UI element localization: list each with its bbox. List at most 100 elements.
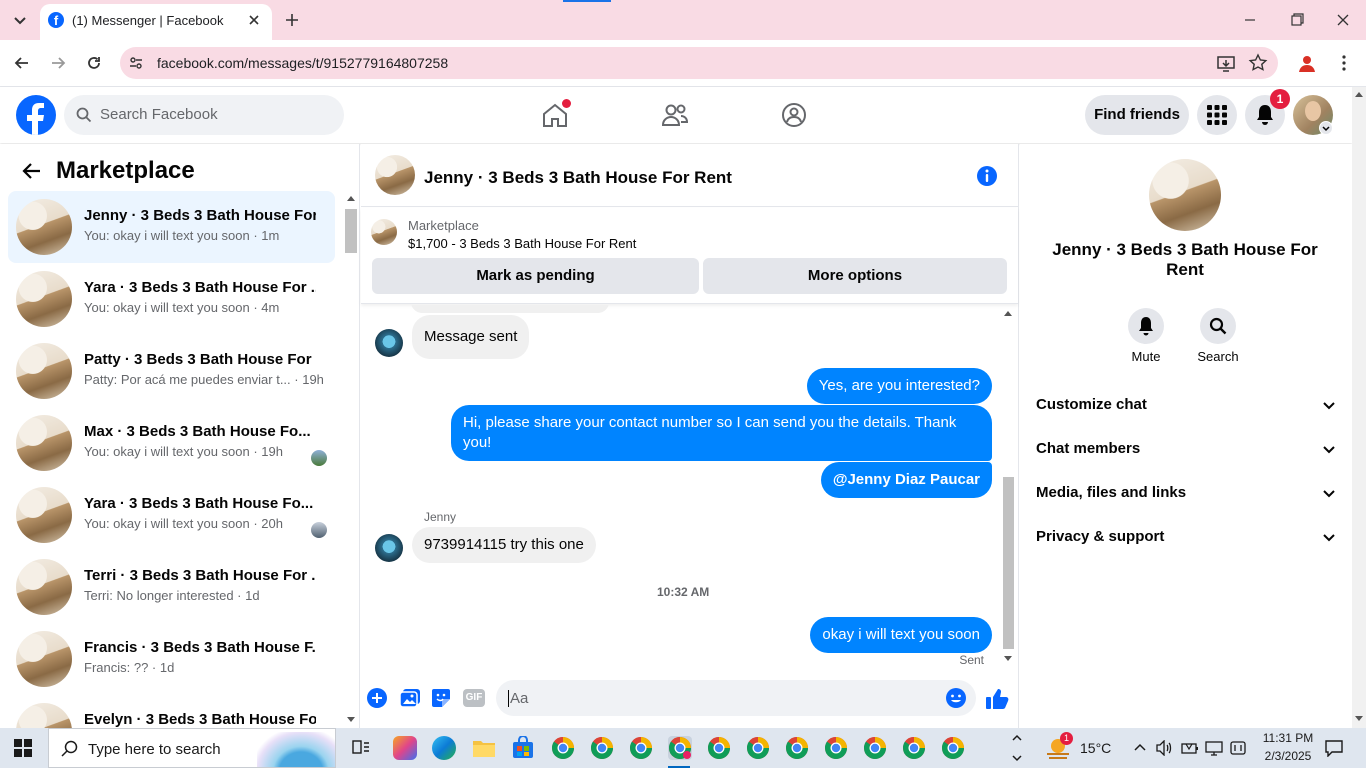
taskbar-search-placeholder: Type here to search [88,741,221,758]
more-actions-button[interactable] [367,688,387,708]
conversation-item[interactable]: Yara · 3 Beds 3 Bath House Fo... You: oka… [8,479,335,551]
jenny-avatar[interactable] [375,329,403,357]
restore-button[interactable] [1287,11,1307,29]
browser-tab-messenger[interactable]: f (1) Messenger | Facebook [40,4,272,40]
mute-button[interactable] [1128,308,1164,344]
chrome-window-icon[interactable] [902,736,926,760]
site-info-icon[interactable] [128,55,144,71]
network-icon[interactable] [1205,740,1223,756]
chrome-window-icon[interactable] [785,736,809,760]
weather-widget[interactable]: 1 15°C [1045,732,1115,760]
new-tab-button[interactable] [282,10,302,30]
conversation-item[interactable]: Max · 3 Beds 3 Bath House Fo... You: okay… [8,407,335,479]
start-button[interactable] [14,739,32,757]
chrome-window-icon[interactable] [824,736,848,760]
reload-button[interactable] [84,53,104,73]
tab-list-button[interactable] [8,8,32,32]
clock-date[interactable]: 2/3/2025 [1257,749,1319,763]
message-bubble-incoming[interactable]: Message sent [412,315,530,359]
search-facebook-input[interactable]: Search Facebook [64,95,344,135]
account-chevron-icon[interactable] [1319,121,1333,135]
conversation-item[interactable]: Jenny · 3 Beds 3 Bath House For... You: o… [8,191,335,263]
forward-button[interactable] [48,53,68,73]
jenny-avatar[interactable] [375,534,403,562]
install-app-icon[interactable] [1216,54,1236,74]
conversation-info-button[interactable] [975,164,999,188]
attach-photo-button[interactable] [399,688,421,708]
message-bubble-outgoing[interactable]: Yes, are you interested? [806,368,992,404]
bookmark-star-icon[interactable] [1248,53,1268,73]
url-bar[interactable]: facebook.com/messages/t/9152779164807258 [120,47,1278,79]
battery-icon[interactable] [1181,740,1199,756]
message-bubble-outgoing[interactable]: Hi, please share your contact number so … [451,405,992,461]
minimize-button[interactable] [1240,12,1260,28]
chrome-window-icon[interactable] [629,736,653,760]
message-icon [1325,740,1343,757]
more-options-button[interactable]: More options [703,258,1007,294]
gif-button[interactable]: GIF [463,689,485,707]
browser-menu-icon[interactable] [1334,53,1354,73]
taskbar-overflow-chevron[interactable] [1011,730,1023,766]
profile-photo[interactable] [1149,159,1221,231]
notification-center-button[interactable] [1324,739,1344,757]
conversation-item[interactable]: Patty · 3 Beds 3 Bath House For ... Patty… [8,335,335,407]
chrome-window-icon[interactable] [941,736,965,760]
file-explorer-icon[interactable] [472,736,496,760]
chrome-window-icon[interactable] [746,736,770,760]
back-button[interactable] [12,53,32,73]
chat-title[interactable]: Jenny · 3 Beds 3 Bath House For Rent [424,168,732,188]
listing-title[interactable]: $1,700 - 3 Beds 3 Bath House For Rent [408,236,636,251]
chat-members-section[interactable]: Chat members [1036,440,1336,464]
hidden-icons-chevron[interactable] [1133,741,1147,755]
home-nav-button[interactable] [540,99,571,129]
chrome-window-icon[interactable] [863,736,887,760]
chrome-window-icon[interactable] [707,736,731,760]
privacy-support-section[interactable]: Privacy & support [1036,528,1336,552]
message-status: Sent [959,653,984,667]
taskbar-search-box[interactable]: Type here to search [48,728,336,768]
search-in-conversation-button[interactable] [1200,308,1236,344]
groups-nav-button[interactable] [780,101,808,129]
page-scrollbar[interactable] [1352,87,1366,728]
chat-avatar[interactable] [375,155,415,195]
message-scrollbar[interactable] [1001,305,1016,669]
message-bubble-incoming[interactable]: 9739914115 try this one [412,527,596,563]
emoji-button[interactable] [946,688,966,708]
chrome-window-icon[interactable] [590,736,614,760]
conversation-item[interactable]: Francis · 3 Beds 3 Bath House F... Franci… [8,623,335,695]
sticker-button[interactable] [431,688,451,708]
close-tab-icon[interactable] [246,12,262,28]
volume-icon[interactable] [1156,740,1174,756]
store-icon[interactable] [511,736,535,760]
clock-time[interactable]: 11:31 PM [1257,731,1319,745]
back-arrow-button[interactable] [20,161,44,181]
close-window-button[interactable] [1333,11,1353,29]
conversation-scroll-thumb[interactable] [345,209,357,253]
notifications-button[interactable]: 1 [1245,89,1290,135]
mark-as-pending-button[interactable]: Mark as pending [372,258,699,294]
customize-chat-section[interactable]: Customize chat [1036,396,1336,420]
chrome-window-icon[interactable] [551,736,575,760]
chrome-window-icon[interactable] [668,736,692,760]
copilot-icon[interactable] [393,736,417,760]
input-indicator-icon[interactable] [1229,740,1247,756]
message-bubble-outgoing[interactable]: okay i will text you soon [810,617,992,653]
conversation-item[interactable]: Terri · 3 Beds 3 Bath House For ... Terri… [8,551,335,623]
message-input[interactable]: Aa [496,680,976,716]
profile-icon[interactable] [1297,53,1317,73]
media-files-links-section[interactable]: Media, files and links [1036,484,1336,508]
find-friends-button[interactable]: Find friends [1085,95,1189,135]
menu-button[interactable] [1197,95,1237,135]
conversation-item[interactable]: Yara · 3 Beds 3 Bath House For ... You: o… [8,263,335,335]
friends-nav-button[interactable] [660,101,690,129]
task-view-button[interactable] [351,738,371,758]
listing-thumbnail[interactable] [371,219,397,245]
facebook-logo[interactable] [16,95,56,135]
message-bubble-outgoing[interactable]: @Jenny Diaz Paucar [820,462,992,498]
send-like-button[interactable] [985,688,1009,710]
edge-icon[interactable] [432,736,456,760]
message-scroll-thumb[interactable] [1003,477,1014,649]
conversation-list-scrollbar[interactable] [343,191,359,728]
conversation-item[interactable]: Evelyn · 3 Beds 3 Bath House Fo... [8,695,335,728]
conversation-name: Yara · 3 Beds 3 Bath House For ... [84,279,316,296]
